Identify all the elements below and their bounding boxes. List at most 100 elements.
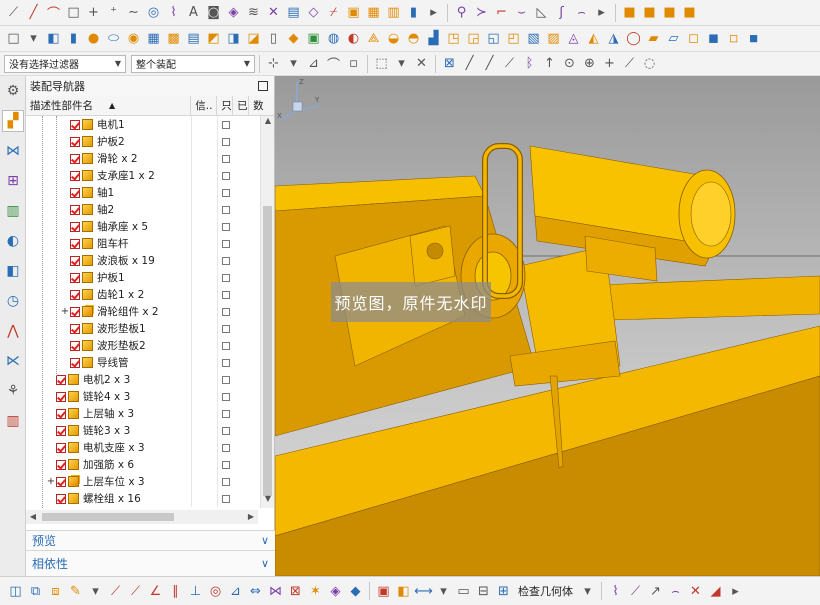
tree-row[interactable]: + 上层车位 x 3	[26, 473, 258, 490]
unite-icon[interactable]: ◆	[284, 29, 303, 48]
constraint-touch-icon[interactable]: ⟋	[106, 582, 125, 601]
type-filter-select[interactable]: 没有选择过滤器 ▼	[4, 54, 126, 73]
system-materials-icon[interactable]: ⋀	[2, 320, 24, 342]
section-analysis-icon[interactable]: ◢	[706, 582, 725, 601]
tree-row-readonly-cell[interactable]	[218, 320, 234, 337]
select-face-icon[interactable]: ▫	[344, 54, 363, 73]
training-icon[interactable]: ▥	[2, 410, 24, 432]
dropdown-icon[interactable]: ▾	[284, 54, 303, 73]
visibility-checkbox[interactable]	[70, 170, 80, 181]
tree-row-readonly-cell[interactable]	[218, 252, 234, 269]
snap-midpoint-icon[interactable]: ╱	[460, 54, 479, 73]
plus-point-icon[interactable]: +	[84, 3, 103, 22]
sheet-icon[interactable]: ◻	[684, 29, 703, 48]
tree-row[interactable]: 导线管	[26, 354, 258, 371]
readonly-checkbox[interactable]	[222, 358, 230, 367]
measure-distance-icon[interactable]: ⟷	[414, 582, 433, 601]
rectangle-select-icon[interactable]: ⬚	[372, 54, 391, 73]
extract-geometry-icon[interactable]: ▣	[344, 3, 363, 22]
tree-row-readonly-cell[interactable]	[218, 490, 234, 507]
dropdown-icon[interactable]: ▾	[434, 582, 453, 601]
web-browser-icon[interactable]: ◐	[2, 230, 24, 252]
readonly-checkbox[interactable]	[222, 324, 230, 333]
constraint-angle-icon[interactable]: ∠	[146, 582, 165, 601]
roles-icon[interactable]: ⚘	[2, 380, 24, 402]
tree-row[interactable]: 波形垫板1	[26, 320, 258, 337]
tree-row[interactable]: 链轮4 x 3	[26, 388, 258, 405]
tree-row[interactable]: 护板1	[26, 269, 258, 286]
dropdown-icon[interactable]: ▾	[24, 29, 43, 48]
readonly-checkbox[interactable]	[222, 256, 230, 265]
curve-analysis-icon[interactable]: ⌇	[606, 582, 625, 601]
tree-row-readonly-cell[interactable]	[218, 473, 234, 490]
readonly-checkbox[interactable]	[222, 460, 230, 469]
measure-body-icon[interactable]: ▭	[454, 582, 473, 601]
readonly-checkbox[interactable]	[222, 375, 230, 384]
visibility-checkbox[interactable]	[70, 306, 80, 317]
mirror-assembly-icon[interactable]: ⋈	[266, 582, 285, 601]
visibility-checkbox[interactable]	[70, 238, 80, 249]
scroll-thumb[interactable]	[263, 206, 272, 496]
visibility-checkbox[interactable]	[56, 476, 66, 487]
select-general-icon[interactable]: ⊹	[264, 54, 283, 73]
column-readonly[interactable]: 只	[217, 96, 234, 115]
tree-row[interactable]: 轴2	[26, 201, 258, 218]
constraint-parallel-icon[interactable]: ∥	[166, 582, 185, 601]
tree-row[interactable]: 电机1	[26, 116, 258, 133]
clearance-icon[interactable]: ◧	[394, 582, 413, 601]
visibility-checkbox[interactable]	[70, 289, 80, 300]
point-set-icon[interactable]: ⁺	[104, 3, 123, 22]
scroll-right-icon[interactable]: ▶	[244, 510, 258, 524]
pattern-feature-icon[interactable]: ▧	[524, 29, 543, 48]
tube-icon[interactable]: ⬭	[104, 29, 123, 48]
slot-icon[interactable]: ◩	[204, 29, 223, 48]
tree-row[interactable]: 波形垫板2	[26, 337, 258, 354]
tree-row[interactable]: 支承座1 x 2	[26, 167, 258, 184]
emboss-icon[interactable]: ▰	[644, 29, 663, 48]
readonly-checkbox[interactable]	[222, 477, 230, 486]
visibility-checkbox[interactable]	[70, 323, 80, 334]
extract-curve-icon[interactable]: ◇	[304, 3, 323, 22]
expand-icon[interactable]: +	[46, 476, 56, 487]
line-icon[interactable]: ╱	[24, 3, 43, 22]
mirror-icon[interactable]: ◰	[504, 29, 523, 48]
thread-icon[interactable]: ▯	[264, 29, 283, 48]
tree-row-readonly-cell[interactable]	[218, 269, 234, 286]
tree-row-readonly-cell[interactable]	[218, 235, 234, 252]
move-component-icon[interactable]: ⇔	[246, 582, 265, 601]
trim-body-icon[interactable]: ◐	[344, 29, 363, 48]
readonly-checkbox[interactable]	[222, 188, 230, 197]
visibility-checkbox[interactable]	[56, 374, 66, 385]
column-modified[interactable]: 已	[233, 96, 250, 115]
snap-intersect-icon[interactable]: ⟋	[500, 54, 519, 73]
groove-icon[interactable]: ◨	[224, 29, 243, 48]
readonly-checkbox[interactable]	[222, 239, 230, 248]
patch-icon[interactable]: ◽	[724, 29, 743, 48]
trim-curve-icon[interactable]: ⌿	[324, 3, 343, 22]
tree-row[interactable]: 上层轴 x 3	[26, 405, 258, 422]
visibility-checkbox[interactable]	[70, 340, 80, 351]
draft-icon[interactable]: ▟	[424, 29, 443, 48]
tree-row[interactable]: 电机支座 x 3	[26, 439, 258, 456]
intersect-curve-icon[interactable]: ✕	[264, 3, 283, 22]
visibility-checkbox[interactable]	[70, 204, 80, 215]
draft-analysis-icon[interactable]: ✕	[686, 582, 705, 601]
tree-row-readonly-cell[interactable]	[218, 371, 234, 388]
reuse-library-icon[interactable]: ▥	[2, 200, 24, 222]
pad-icon[interactable]: ▤	[184, 29, 203, 48]
constraint-concentric-icon[interactable]: ◎	[206, 582, 225, 601]
tree-row[interactable]: 波浪板 x 19	[26, 252, 258, 269]
arc-icon[interactable]: ⌒	[44, 3, 63, 22]
wave-link-icon[interactable]: ◆	[346, 582, 365, 601]
more-2-icon[interactable]: ▸	[592, 3, 611, 22]
scope-select[interactable]: 整个装配 ▼	[131, 54, 255, 73]
snap-endpoint-icon[interactable]: ⊠	[440, 54, 459, 73]
tree-row-readonly-cell[interactable]	[218, 167, 234, 184]
readonly-checkbox[interactable]	[222, 341, 230, 350]
coordinate-triad-icon[interactable]: X Y Z	[275, 76, 323, 124]
component-pattern-icon[interactable]: ⊠	[286, 582, 305, 601]
visibility-checkbox[interactable]	[70, 272, 80, 283]
pocket-icon[interactable]: ▩	[164, 29, 183, 48]
curve-icon[interactable]: ⌇	[164, 3, 183, 22]
wrap-icon[interactable]: ▱	[664, 29, 683, 48]
